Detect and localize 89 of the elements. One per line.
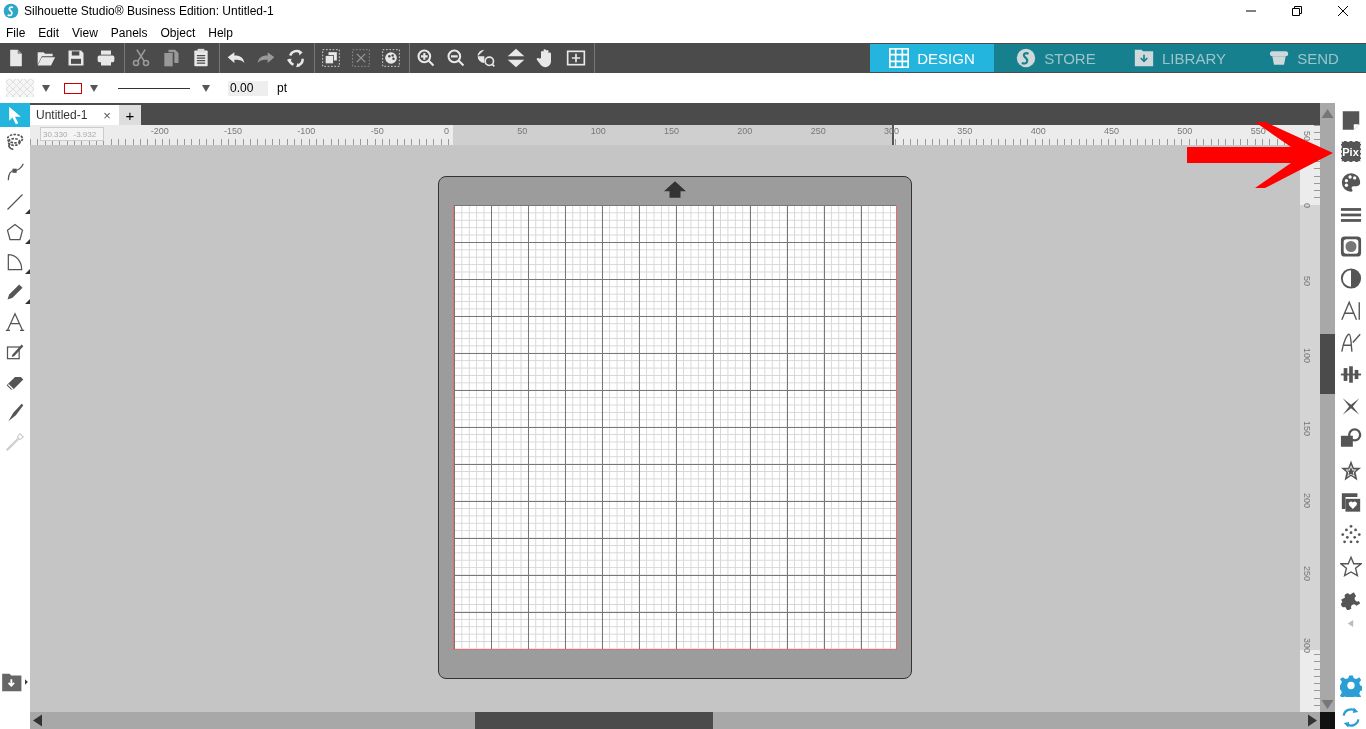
zoom-out-icon[interactable]	[446, 48, 466, 68]
palette-icon[interactable]	[1339, 171, 1362, 194]
cutter-machine-icon	[1269, 48, 1290, 68]
clipboard-icon[interactable]	[191, 48, 211, 68]
menu-item[interactable]: Object	[160, 25, 196, 40]
ruler-label: 150	[1302, 420, 1312, 436]
star-icon[interactable]	[1339, 555, 1362, 578]
store-logo-icon	[1016, 48, 1037, 68]
arc-shape-icon	[5, 252, 25, 272]
up-down-arrows-icon[interactable]	[506, 48, 526, 68]
document-tab[interactable]: Untitled-1 ×	[30, 105, 119, 125]
text-style-icon[interactable]	[1339, 299, 1362, 322]
ruler-label: 0	[1302, 203, 1312, 208]
line-color-swatch[interactable]	[64, 82, 82, 94]
line-icon	[5, 192, 25, 212]
document-tab-title: Untitled-1	[36, 108, 88, 122]
fit-to-page-icon[interactable]	[566, 48, 586, 68]
pixscan-badge[interactable]: Pix	[1340, 141, 1361, 162]
scrollbar-corner	[1320, 712, 1335, 729]
line-style-sample[interactable]	[118, 87, 190, 89]
star-badge-icon[interactable]	[1339, 459, 1362, 482]
eyedropper-icon	[5, 432, 25, 452]
ruler-label: 500	[1177, 126, 1193, 136]
ruler-label: 50	[517, 126, 528, 136]
menu-item[interactable]: Help	[208, 25, 233, 40]
fill-pattern-icon[interactable]	[1339, 235, 1362, 258]
close-icon[interactable]	[1338, 6, 1348, 16]
settings-icon[interactable]	[1339, 674, 1362, 697]
horizontal-scrollbar[interactable]	[30, 712, 1320, 729]
unit-label: pt	[277, 81, 287, 95]
ruler-label: 150	[664, 126, 679, 136]
modify-icon[interactable]	[1339, 427, 1362, 450]
image-heart-icon[interactable]	[1339, 491, 1362, 514]
ruler-label: 250	[810, 126, 826, 136]
ruler-label: 250	[1302, 565, 1312, 581]
menu-item[interactable]: View	[72, 25, 98, 40]
font-sketch-icon[interactable]	[1339, 331, 1362, 354]
cursor-x-value: 30.330	[43, 129, 68, 139]
dropdown-arrow-icon[interactable]	[90, 84, 98, 92]
add-tab-button[interactable]: +	[118, 105, 141, 125]
ruler-label: 350	[957, 126, 973, 136]
dots-icon[interactable]	[1339, 523, 1362, 546]
ruler-label: -100	[297, 126, 316, 136]
fill-pattern-swatch[interactable]	[6, 79, 34, 97]
ruler-label: 0	[444, 126, 449, 136]
ruler-label: 50	[1302, 130, 1312, 141]
scrollbar-thumb[interactable]	[475, 712, 713, 729]
zoom-select-icon[interactable]	[476, 48, 496, 68]
circular-arrows-icon[interactable]	[286, 48, 306, 68]
ruler-label: -50	[370, 126, 384, 136]
ruler-label: -200	[150, 126, 169, 136]
vertical-scrollbar[interactable]	[1320, 103, 1335, 729]
printer-icon[interactable]	[96, 48, 116, 68]
tab-close-button[interactable]: ×	[103, 107, 111, 123]
zoom-in-icon[interactable]	[416, 48, 436, 68]
menu-item[interactable]: Edit	[38, 25, 60, 40]
sketch-pen-icon	[5, 342, 25, 362]
ruler-label: 200	[737, 126, 753, 136]
pentagon-icon	[5, 222, 25, 242]
line-width-field[interactable]: 0.00	[228, 80, 268, 96]
menu-item[interactable]: File	[6, 25, 26, 40]
palette-icon[interactable]	[381, 48, 401, 68]
window-title: Silhouette Studio® Business Edition: Untitled-1	[24, 4, 274, 18]
ruler-label: 100	[1302, 348, 1312, 364]
group-icon[interactable]	[321, 48, 341, 68]
contrast-icon[interactable]	[1339, 267, 1362, 290]
dropdown-arrow-icon[interactable]	[202, 84, 210, 92]
app-logo-icon	[3, 3, 19, 19]
ruler-label: 450	[1103, 126, 1119, 136]
ruler-label: 50	[1302, 275, 1312, 286]
bezier-curve-icon	[5, 162, 25, 182]
dropdown-arrow-icon[interactable]	[42, 84, 50, 92]
ruler-label: 200	[1302, 493, 1312, 509]
scrollbar-thumb[interactable]	[1320, 334, 1335, 394]
ruler-label: 100	[590, 126, 606, 136]
pencil-icon	[5, 282, 25, 302]
menu-item[interactable]: Panels	[110, 25, 148, 40]
text-tool-icon	[5, 312, 25, 332]
ruler-label: -150	[224, 126, 242, 136]
lasso-icon	[5, 132, 25, 152]
ruler-label: 400	[1030, 126, 1046, 136]
maximize-icon[interactable]	[1292, 6, 1302, 16]
ruler-label: 550	[1250, 126, 1266, 136]
download-folder-icon	[1134, 48, 1155, 68]
ruler-label: 300	[1302, 638, 1312, 654]
grid-icon	[889, 48, 910, 68]
up-arrow-icon	[664, 181, 686, 198]
cursor-y-value: -3.932	[73, 129, 97, 139]
align-icon[interactable]	[1339, 363, 1362, 386]
